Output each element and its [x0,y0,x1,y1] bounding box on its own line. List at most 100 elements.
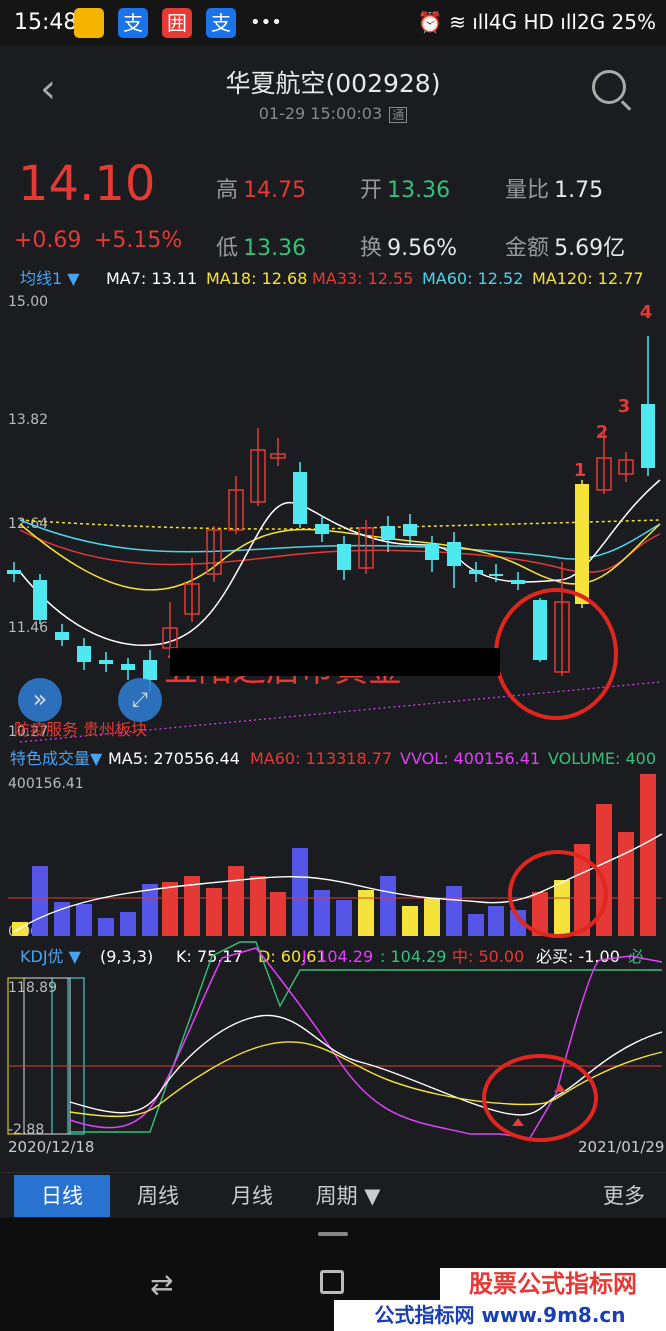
kdj-axis-bottom: -2.88 [8,1122,44,1138]
candle-body [403,524,417,536]
volume-bar [446,886,462,936]
ma-lines [19,479,661,743]
candle-body [121,664,135,670]
volume-legend: 特色成交量▼ MA5: 270556.44 MA60: 113318.77 VVOL:… [10,749,656,768]
candle-body [575,484,589,604]
price-change: +0.69 [14,228,82,253]
legend-item: J: 104.29 [301,947,373,966]
home-icon[interactable] [320,1270,344,1294]
legend-item: (9,3,3) [100,947,153,966]
legend-item: MA18: 12.68 [206,269,307,288]
kdj-signal-line [70,941,662,1133]
volume-bar [142,884,158,936]
search-icon[interactable] [592,70,626,104]
candle-body [381,526,395,540]
connection-badge: 通 [389,107,408,123]
alipay-icon: 支 [206,8,236,38]
wave-labels: 123 4 [574,302,653,481]
watermark-title: 股票公式指标网 [440,1268,666,1300]
buy-arrow-icon [554,1084,566,1092]
candle-body [55,632,69,640]
stock-title: 华夏航空(002928) [225,69,441,98]
candle-body [447,542,461,566]
chart-area[interactable]: 均线1 ▼ MA7: 13.11 MA18: 12.68 MA33: 12.55 MA6… [0,262,666,1172]
calendar-app-icon: 囲 [162,8,192,38]
volume-bar [488,906,504,936]
legend-item: MA60: 12.52 [422,269,523,288]
volume-bar [424,898,440,936]
volume-bar [292,848,308,936]
stock-header: ‹ 华夏航空(002928) 01-29 15:00:03 通 [0,46,666,136]
alipay-icon: 支 [118,8,148,38]
candle-body [33,580,47,620]
candle-body [425,544,439,560]
kdj-axis: 118.89 -2.88 [8,980,57,1138]
ma-legend: 均线1 ▼ MA7: 13.11 MA18: 12.68 MA33: 12.55 MA6… [20,269,644,288]
wave-label: 2 [596,422,609,443]
legend-item: MA5: 270556.44 [108,749,240,768]
legend-item: MA120: 12.77 [532,269,644,288]
candle-body [469,570,483,574]
overlay-banner: 五阳之后市黄金 [164,642,504,690]
stat-amount: 金额 5.69亿 [505,236,626,261]
tab-period[interactable]: 周期 ▼ [300,1175,396,1217]
legend-item: 必买: -1.00 [536,947,620,966]
price-axis-tick: 15.00 [8,294,48,310]
wave-label: 4 [640,302,653,323]
volume-bar [618,832,634,936]
legend-item: 中: 50.00 [452,947,524,966]
annotation-circle [482,1054,598,1142]
legend-item: MA7: 13.11 [106,269,197,288]
volume-bar [380,876,396,936]
stat-volume-ratio: 量比 1.75 [505,178,604,203]
volume-bar [228,866,244,936]
volume-bar [554,880,570,936]
fullscreen-button[interactable]: ⤢ [118,678,162,722]
volume-bar [270,892,286,936]
volume-bar [98,918,114,936]
page-indicator [318,1232,348,1236]
candle-body [511,580,525,584]
folder-icon [74,8,104,38]
tab-weekly[interactable]: 周线 [110,1175,206,1217]
tab-monthly[interactable]: 月线 [204,1175,300,1217]
date-end: 2021/01/29 [578,1138,665,1156]
tab-more[interactable]: 更多 [584,1175,664,1217]
candle-body [641,404,655,468]
price-change-pct: +5.15% [94,228,183,253]
legend-item: : 104.29 [380,947,446,966]
legend-item: 均线1 ▼ [20,269,80,288]
wave-label: 1 [574,460,587,481]
vol-axis-top: 400156.41 [8,776,84,792]
volume-bar [402,906,418,936]
expand-right-button[interactable]: » [18,678,62,722]
site-watermark: 股票公式指标网 公式指标网 www.9m8.cn [334,1268,666,1331]
candle-body [77,646,91,662]
legend-item: MA33: 12.55 [312,269,413,288]
switch-apps-icon[interactable]: ⇄ [150,1268,173,1301]
volume-bar [206,888,222,936]
candle-body [7,570,21,574]
quote-time: 01-29 15:00:03 [258,104,383,123]
tab-daily[interactable]: 日线 [14,1175,110,1217]
volume-bars [8,774,663,936]
candle-body [143,660,157,680]
legend-item: KDJ优 ▼ [20,947,82,966]
candle-body [315,524,329,534]
volume-bar [250,876,266,936]
volume-bar [120,912,136,936]
more-notifications-icon: ••• [250,12,282,33]
ma120-line [19,519,661,530]
candle-body [293,472,307,524]
price-axis: 15.0013.8212.6411.4610.27 [8,294,48,740]
volume-bar [32,866,48,936]
legend-item: VOLUME: 400 [548,749,656,768]
redaction-block [170,648,500,676]
status-indicators: ⏰ ≋ ıll4G HD ıll2G 25% [417,10,656,34]
candle-body [489,574,503,576]
candle-body [533,600,547,660]
wave-label: 3 [618,396,631,417]
price-axis-tick: 11.46 [8,620,48,636]
kdj-legend: KDJ优 ▼ (9,3,3) K: 75.17 D: 60.61J: 104.29: … [20,947,644,966]
stat-low: 低 13.36 [216,236,307,261]
